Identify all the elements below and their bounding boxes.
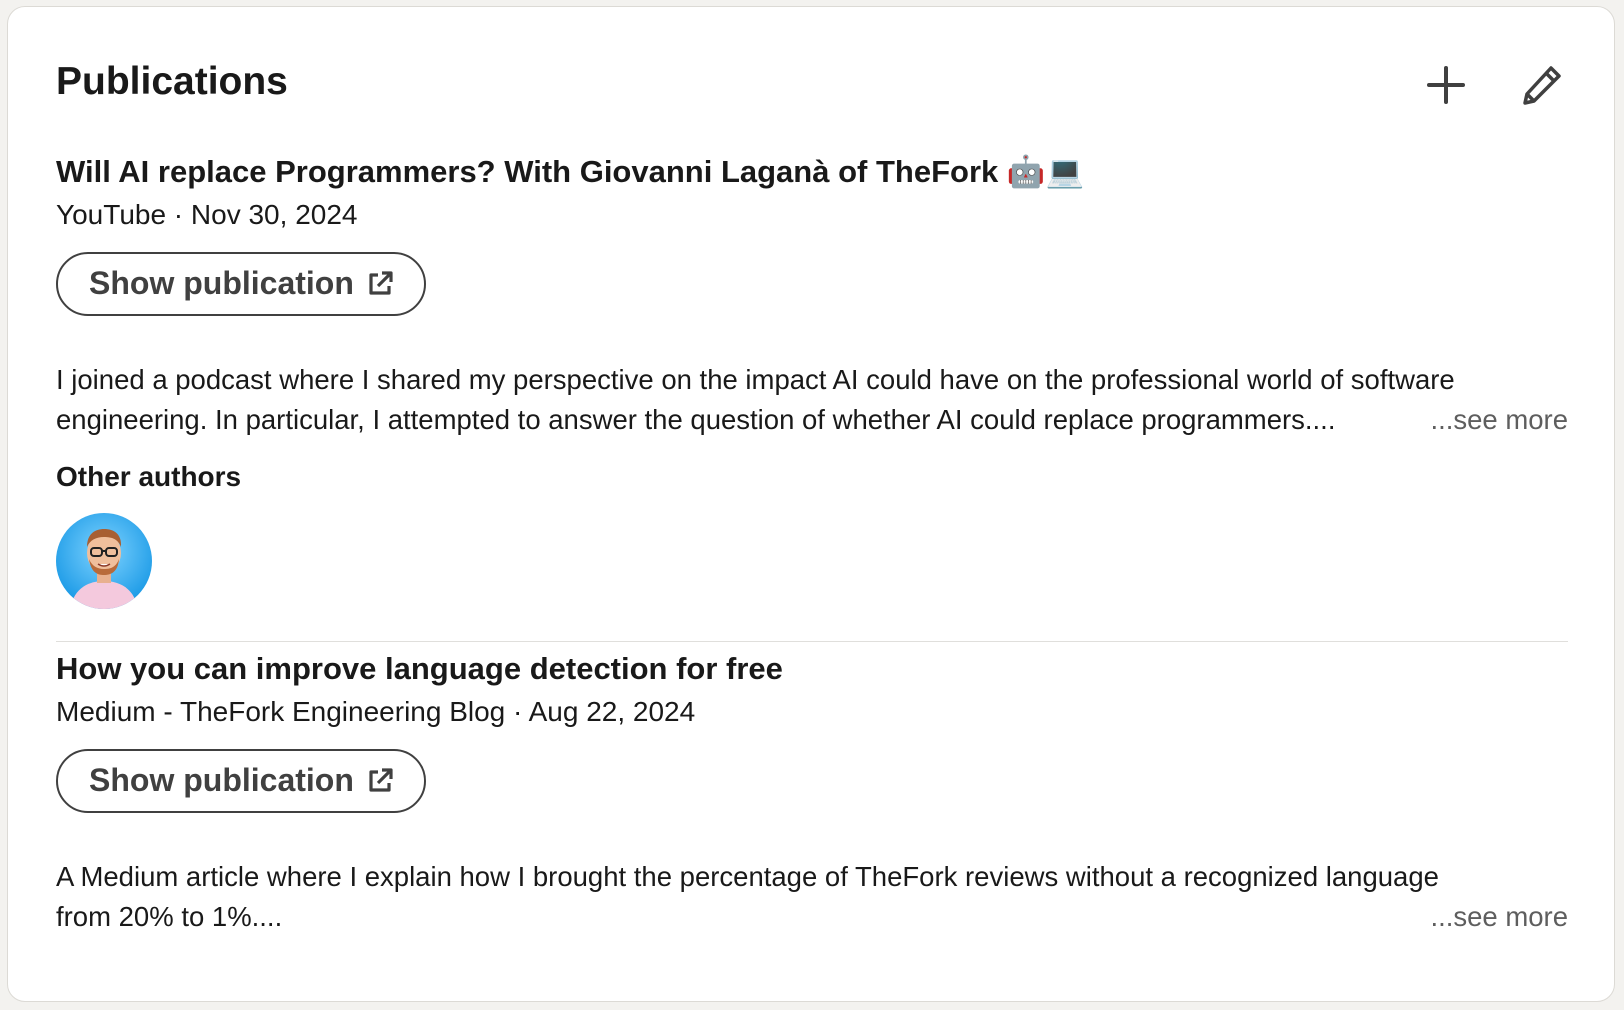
see-more-link[interactable]: ...see more <box>1416 896 1568 937</box>
external-link-icon <box>369 768 393 792</box>
header-actions <box>1418 57 1570 113</box>
show-publication-button[interactable]: Show publication <box>56 748 426 813</box>
description-line: A Medium article where I explain how I b… <box>56 860 1439 892</box>
show-publication-label: Show publication <box>89 265 354 302</box>
publication-meta: Medium - TheFork Engineering Blog · Aug … <box>56 696 696 728</box>
show-publication-label: Show publication <box>89 762 354 799</box>
show-publication-button[interactable]: Show publication <box>56 251 426 316</box>
see-more-link[interactable]: ...see more <box>1416 399 1568 440</box>
external-link-icon <box>369 271 393 295</box>
edit-publications-button[interactable] <box>1514 57 1570 113</box>
section-title: Publications <box>56 60 288 103</box>
author-avatar[interactable] <box>56 513 152 610</box>
plus-icon <box>1427 66 1465 104</box>
publication-meta: YouTube · Nov 30, 2024 <box>56 199 358 231</box>
publication-item: How you can improve language detection f… <box>56 650 1568 937</box>
description-line: I joined a podcast where I shared my per… <box>56 363 1455 395</box>
add-publication-button[interactable] <box>1418 57 1474 113</box>
publication-title: How you can improve language detection f… <box>56 651 783 686</box>
publications-card: Publications Will AI replace Programmers… <box>7 6 1615 1002</box>
publication-description: I joined a podcast where I shared my per… <box>56 360 1568 440</box>
publication-item: Will AI replace Programmers? With Giovan… <box>56 153 1568 610</box>
avatar-image <box>56 513 152 610</box>
description-line: from 20% to 1%.... <box>56 900 283 932</box>
publication-title: Will AI replace Programmers? With Giovan… <box>56 154 1085 189</box>
publication-description: A Medium article where I explain how I b… <box>56 857 1568 937</box>
pencil-icon <box>1523 66 1561 105</box>
other-authors-label: Other authors <box>56 460 242 492</box>
divider <box>56 641 1568 642</box>
description-line: engineering. In particular, I attempted … <box>56 403 1336 435</box>
